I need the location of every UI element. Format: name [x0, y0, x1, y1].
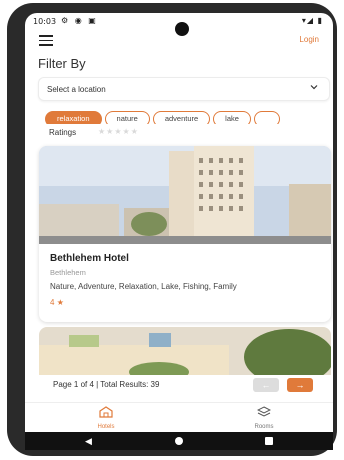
- hamburger-menu-icon[interactable]: [39, 35, 53, 46]
- recent-apps-icon[interactable]: [265, 437, 273, 445]
- hotel-card[interactable]: Bethlehem Hotel Bethlehem Nature, Advent…: [39, 146, 331, 322]
- location-select[interactable]: Select a location: [38, 77, 330, 101]
- ratings-label: Ratings: [49, 128, 77, 137]
- filter-title: Filter By: [38, 56, 86, 71]
- layers-icon: [256, 406, 272, 417]
- star-icon: ★: [56, 298, 64, 307]
- hotel-rating-value: 4: [50, 298, 55, 307]
- chip-relaxation[interactable]: relaxation: [45, 111, 102, 124]
- hotel-tags: Nature, Adventure, Relaxation, Lake, Fis…: [50, 282, 237, 291]
- chip-nature[interactable]: nature: [104, 111, 150, 124]
- rating-filter-stars[interactable]: ★★★★★: [98, 127, 139, 136]
- nav-hotels-label: Hotels: [97, 424, 115, 430]
- login-link[interactable]: Login: [299, 35, 319, 44]
- pagination-text: Page 1 of 4 | Total Results: 39: [53, 380, 160, 389]
- next-page-button[interactable]: →: [287, 378, 313, 392]
- bottom-navigation: [25, 402, 333, 433]
- chevron-down-icon: [309, 82, 319, 94]
- nav-rooms[interactable]: Rooms: [247, 405, 281, 430]
- app-screen: 10:03 ⚙ ◉ ▣ ▾◢ ▮ Login Filter By Select …: [25, 13, 333, 450]
- hotel-name[interactable]: Bethlehem Hotel: [50, 253, 129, 264]
- signal-battery-icon: ▾◢ ▮: [301, 16, 323, 25]
- location-select-label: Select a location: [47, 85, 106, 94]
- hotel-rating: 4 ★: [50, 298, 64, 307]
- hotel-photo: [39, 146, 331, 244]
- hotel-icon: [99, 406, 113, 418]
- prev-page-button[interactable]: ←: [253, 378, 279, 392]
- hotel-city: Bethlehem: [50, 268, 86, 277]
- chip-adventure[interactable]: adventure: [152, 111, 211, 124]
- phone-frame: 10:03 ⚙ ◉ ▣ ▾◢ ▮ Login Filter By Select …: [7, 3, 337, 456]
- chip-more[interactable]: [253, 111, 281, 124]
- status-time: 10:03: [33, 17, 57, 26]
- category-chips: relaxation nature adventure lake: [45, 108, 333, 124]
- back-icon[interactable]: ◀: [85, 436, 92, 447]
- chip-lake[interactable]: lake: [213, 111, 251, 124]
- system-navigation-bar: ◀: [25, 432, 333, 450]
- nav-rooms-label: Rooms: [254, 424, 274, 430]
- nav-hotels[interactable]: Hotels: [89, 405, 123, 430]
- status-notification-icons: ⚙ ◉ ▣: [61, 16, 98, 25]
- hotel-photo-next[interactable]: [39, 327, 331, 377]
- camera-notch: [175, 22, 189, 36]
- home-icon[interactable]: [175, 437, 183, 445]
